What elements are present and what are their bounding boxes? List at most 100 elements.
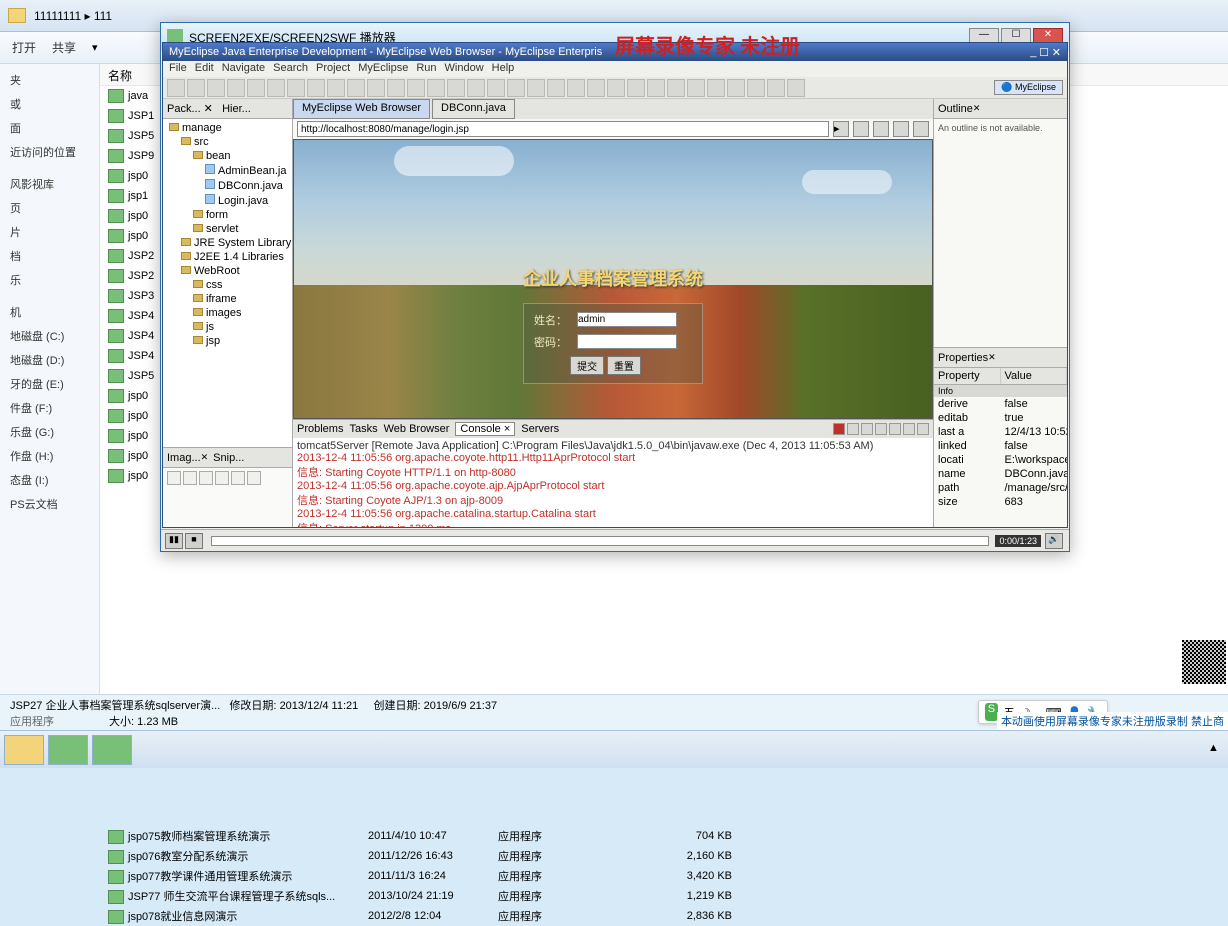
lock-scroll-icon[interactable] [875,423,887,435]
tree-node[interactable]: images [165,306,290,320]
toolbar-icon[interactable] [627,79,645,97]
remove-icon[interactable] [847,423,859,435]
property-row[interactable]: linkedfalse [934,439,1067,453]
property-row[interactable]: last a12/4/13 10:52 AM [934,425,1067,439]
stop-icon[interactable] [893,121,909,137]
home-icon[interactable] [167,471,181,485]
toolbar-icon[interactable] [207,79,225,97]
tree-node[interactable]: servlet [165,222,290,236]
file-row[interactable]: jsp077教学课件通用管理系统演示2011/11/3 16:24应用程序3,4… [100,866,1228,886]
tree-node[interactable]: bean [165,149,290,163]
file-row[interactable]: jsp076教室分配系统演示2011/12/26 16:43应用程序2,160 … [100,846,1228,866]
tree-node[interactable]: DBConn.java [165,178,290,193]
toolbar-icon[interactable] [407,79,425,97]
toolbar-icon[interactable] [167,79,185,97]
toolbar-icon[interactable] [307,79,325,97]
terminate-icon[interactable] [833,423,845,435]
sidebar-item[interactable]: 乐盘 (G:) [4,420,95,444]
toolbar-icon[interactable] [747,79,765,97]
tray-icon[interactable]: ▲ [1208,742,1224,758]
tree-node[interactable]: manage [165,121,290,135]
taskbar[interactable]: ▲ [0,730,1228,768]
stop-button[interactable]: ■ [185,533,203,549]
sidebar-item[interactable]: 档 [4,244,95,268]
sidebar-item[interactable] [4,164,95,172]
menu-item[interactable]: MyEclipse [358,62,408,74]
toolbar-icon[interactable] [247,79,265,97]
zoom-out-icon[interactable] [199,471,213,485]
nav-back-icon[interactable] [853,121,869,137]
property-row[interactable]: editabtrue [934,411,1067,425]
menu-item[interactable]: File [169,62,187,74]
tree-node[interactable]: J2EE 1.4 Libraries [165,250,290,264]
ide-toolbar[interactable]: 🔵 MyEclipse [163,77,1067,99]
clear-icon[interactable] [861,423,873,435]
sidebar-item[interactable]: 态盘 (I:) [4,468,95,492]
share-button[interactable]: 共享 [52,39,76,56]
property-row[interactable]: nameDBConn.java [934,467,1067,481]
editor-tabs[interactable]: MyEclipse Web Browser DBConn.java [293,99,933,119]
sidebar-item[interactable]: 件盘 (F:) [4,396,95,420]
volume-button[interactable]: 🔊 [1045,533,1063,549]
tree-node[interactable]: WebRoot [165,264,290,278]
sidebar-item[interactable]: 牙的盘 (E:) [4,372,95,396]
toolbar-icon[interactable] [287,79,305,97]
menu-item[interactable]: Navigate [222,62,265,74]
breadcrumb[interactable]: 11111111 ▸ 111 [34,9,112,23]
toolbar-icon[interactable] [727,79,745,97]
menu-item[interactable]: Search [273,62,308,74]
sidebar-item[interactable]: 机 [4,300,95,324]
open-button[interactable]: 打开 [12,39,36,56]
sidebar-item[interactable]: 面 [4,116,95,140]
toolbar-icon[interactable] [687,79,705,97]
property-row[interactable]: locatiE:\workspace\ma... [934,453,1067,467]
zoom-fit-icon[interactable] [215,471,229,485]
toolbar-icon[interactable] [267,79,285,97]
toolbar-icon[interactable] [367,79,385,97]
zoom-in-icon[interactable] [183,471,197,485]
sidebar-item[interactable]: 或 [4,92,95,116]
tree-node[interactable]: JRE System Library [165,236,290,250]
menu-item[interactable]: Help [492,62,515,74]
url-input[interactable] [297,121,829,137]
refresh-icon[interactable] [913,121,929,137]
seek-track[interactable] [211,536,989,546]
property-row[interactable]: path/manage/src/bea... [934,481,1067,495]
pkg-tabs[interactable]: Pack... ✕ Hier... [163,99,292,119]
tab-dbconn[interactable]: DBConn.java [432,99,515,119]
tree-node[interactable]: src [165,135,290,149]
tree-node[interactable]: js [165,320,290,334]
toolbar-icon[interactable] [587,79,605,97]
ide-max-icon[interactable]: ☐ [1039,46,1049,59]
property-row[interactable]: size683 [934,495,1067,509]
toolbar-icon[interactable] [487,79,505,97]
pause-button[interactable]: ▮▮ [165,533,183,549]
username-input[interactable] [577,312,677,327]
toolbar-icon[interactable] [607,79,625,97]
display-icon[interactable] [903,423,915,435]
sidebar-item[interactable]: 近访问的位置 [4,140,95,164]
taskbar-player2[interactable] [92,735,132,765]
toolbar-icon[interactable] [507,79,525,97]
file-row[interactable]: jsp078就业信息网演示2012/2/8 12:04应用程序2,836 KB [100,906,1228,926]
zoom-100-icon[interactable] [231,471,245,485]
menu-item[interactable]: Window [445,62,484,74]
toolbar-icon[interactable] [547,79,565,97]
toolbar-icon[interactable] [427,79,445,97]
sidebar-item[interactable]: 乐 [4,268,95,292]
console-tabs[interactable]: Problems Tasks Web Browser Console × Ser… [293,420,933,438]
go-button[interactable]: ▸ [833,121,849,137]
ide-close-icon[interactable]: ✕ [1052,46,1061,59]
sidebar-item[interactable]: 地磁盘 (C:) [4,324,95,348]
toolbar-icon[interactable] [387,79,405,97]
submit-button[interactable]: 提交 [570,356,604,375]
menu-item[interactable]: Edit [195,62,214,74]
tree-node[interactable]: iframe [165,292,290,306]
toolbar-icon[interactable] [347,79,365,97]
tree-node[interactable]: Login.java [165,193,290,208]
sidebar-item[interactable] [4,292,95,300]
min-icon[interactable] [917,423,929,435]
sidebar-item[interactable]: 地磁盘 (D:) [4,348,95,372]
nav-fwd-icon[interactable] [873,121,889,137]
file-row[interactable]: jsp075教师档案管理系统演示2011/4/10 10:47应用程序704 K… [100,826,1228,846]
